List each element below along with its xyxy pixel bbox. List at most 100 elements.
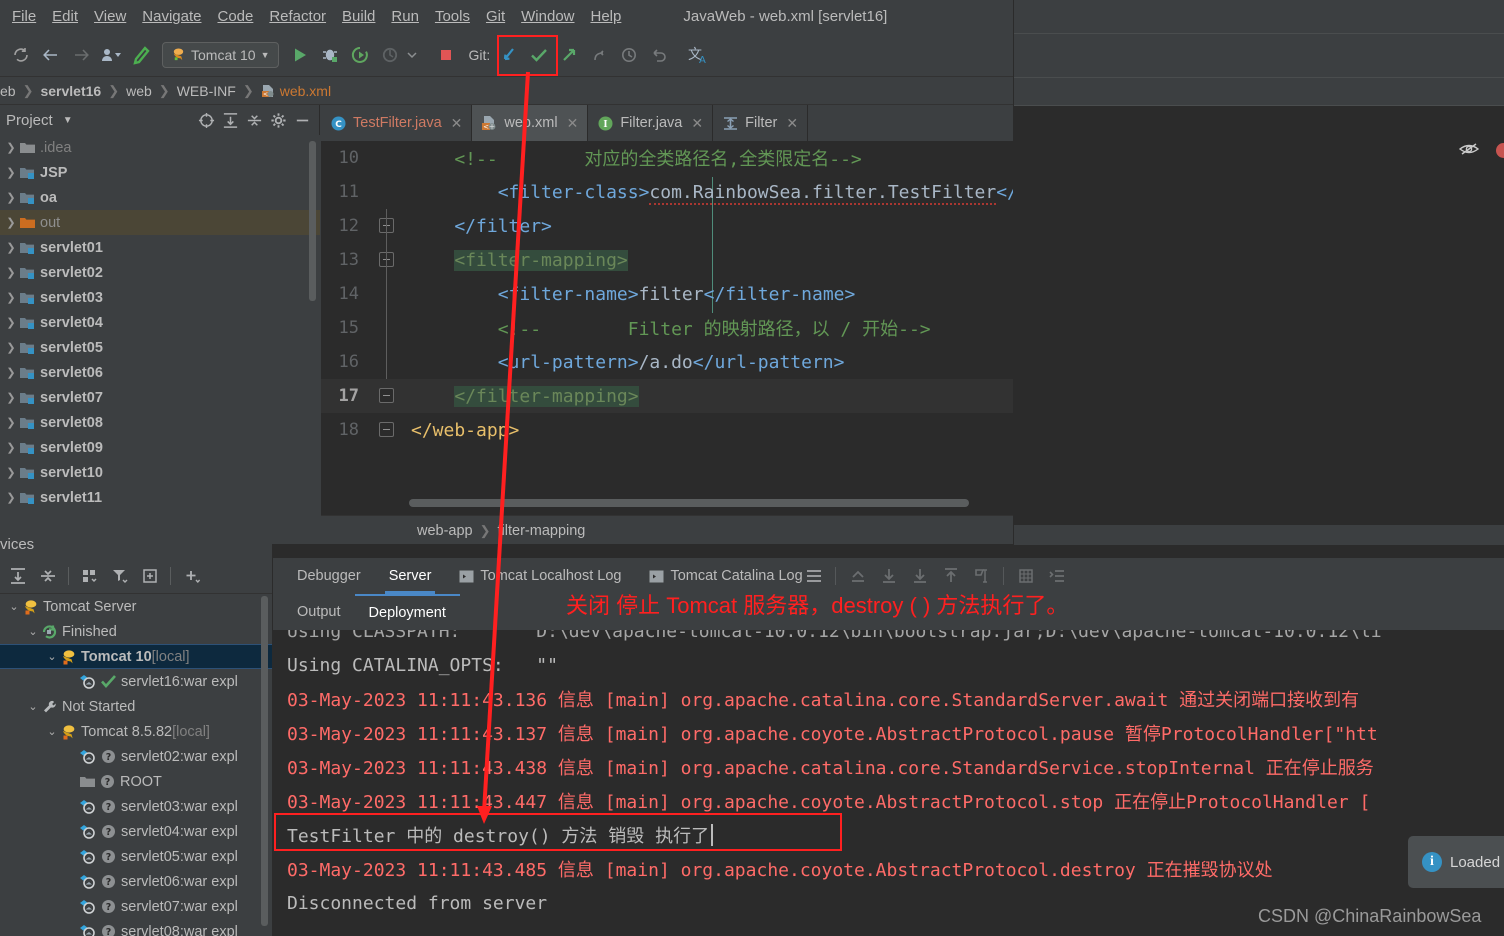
menu-tools[interactable]: Tools [427, 6, 478, 27]
chevron-right-icon[interactable]: ❯ [4, 191, 18, 204]
code-line[interactable]: 18</web-app> [321, 413, 1014, 447]
step-over-icon[interactable] [904, 561, 935, 591]
forward-arrow-icon[interactable] [66, 40, 96, 70]
editor-gutter[interactable] [367, 413, 409, 447]
services-tree-item[interactable]: ?servlet04:war expl [0, 819, 272, 844]
step-up-icon[interactable] [935, 561, 966, 591]
chevron-down-icon-toolbar[interactable] [405, 40, 419, 70]
chevron-right-icon[interactable]: ❯ [4, 166, 18, 179]
project-tree-item[interactable]: ❯out [0, 210, 320, 235]
menu-build[interactable]: Build [334, 6, 383, 27]
expand-all-icon[interactable] [3, 562, 32, 590]
hide-inspections-eye-icon[interactable] [1459, 142, 1479, 161]
code-line[interactable]: 15 <!-- Filter 的映射路径，以 / 开始--> [321, 311, 1014, 345]
services-tree-item[interactable]: ?servlet06:war expl [0, 869, 272, 894]
services-tree-item[interactable]: ⌄Tomcat 10 [local] [0, 644, 272, 669]
services-tree-item[interactable]: ?servlet08:war expl [0, 919, 272, 936]
filter-icon[interactable] [105, 562, 134, 590]
menu-help[interactable]: Help [583, 6, 630, 27]
chevron-right-icon[interactable]: ❯ [4, 391, 18, 404]
table-icon[interactable] [1010, 561, 1041, 591]
code-line[interactable]: 13 <filter-mapping> [321, 243, 1014, 277]
user-icon[interactable] [96, 40, 126, 70]
fold-marker-icon[interactable] [379, 388, 394, 403]
editor-gutter[interactable] [367, 175, 409, 209]
debug-icon[interactable] [315, 40, 345, 70]
breadcrumb-item-webxml[interactable]: web.xml [280, 83, 331, 99]
chevron-right-icon[interactable]: ❯ [4, 216, 18, 229]
chevron-right-icon[interactable]: ❯ [4, 366, 18, 379]
services-tree-item[interactable]: ?servlet07:war expl [0, 894, 272, 919]
breadcrumb-webapp[interactable]: web-app [417, 523, 473, 539]
chevron-right-icon[interactable]: ❯ [4, 491, 18, 504]
menu-edit[interactable]: Edit [44, 6, 86, 27]
menu-lines-icon[interactable] [798, 561, 829, 591]
run-tab-server[interactable]: Server [375, 558, 446, 594]
project-tree-item[interactable]: ❯servlet10 [0, 460, 320, 485]
services-tree-item[interactable]: ?servlet03:war expl [0, 794, 272, 819]
step-into-icon[interactable] [873, 561, 904, 591]
editor-tab-testfilter-java[interactable]: CTestFilter.java✕ [321, 105, 472, 141]
breadcrumb-item-web[interactable]: web [126, 83, 152, 99]
collapse-all-icon[interactable] [33, 562, 62, 590]
step-out-icon[interactable] [842, 561, 873, 591]
run-tab-debugger[interactable]: Debugger [283, 558, 375, 594]
menu-navigate[interactable]: Navigate [134, 6, 209, 27]
project-tree-item[interactable]: ❯servlet03 [0, 285, 320, 310]
menu-run[interactable]: Run [383, 6, 427, 27]
git-commit-icon[interactable] [524, 40, 554, 70]
services-tree-item[interactable]: ⌄Tomcat 8.5.82 [local] [0, 719, 272, 744]
close-icon[interactable]: ✕ [567, 115, 579, 132]
menu-refactor[interactable]: Refactor [261, 6, 334, 27]
editor-tab-filter-java[interactable]: IFilter.java✕ [588, 105, 713, 141]
group-icon[interactable] [75, 562, 104, 590]
code-line[interactable]: 17 </filter-mapping> [321, 379, 1014, 413]
services-tree-item[interactable]: ⌄Not Started [0, 694, 272, 719]
chevron-right-icon[interactable]: ❯ [4, 141, 18, 154]
project-tree-item[interactable]: ❯.idea [0, 135, 320, 160]
menu-code[interactable]: Code [209, 6, 261, 27]
services-tree[interactable]: ⌄Tomcat Server⌄Finished⌄Tomcat 10 [local… [0, 594, 272, 936]
fold-marker-icon[interactable] [379, 422, 394, 437]
chevron-right-icon[interactable]: ❯ [4, 416, 18, 429]
notification-balloon[interactable]: i Loaded c [1408, 836, 1504, 888]
services-tree-item[interactable]: servlet16:war expl [0, 669, 272, 694]
error-marker-icon[interactable] [1496, 143, 1504, 158]
code-line[interactable]: 11 <filter-class>com.RainbowSea.filter.T… [321, 175, 1014, 209]
services-tree-item[interactable]: ?servlet02:war expl [0, 744, 272, 769]
chevron-down-icon[interactable]: ⌄ [6, 600, 22, 613]
chevron-down-icon[interactable]: ⌄ [25, 625, 41, 638]
editor-gutter[interactable] [367, 345, 409, 379]
expand-all-icon[interactable] [219, 109, 241, 131]
chevron-down-icon[interactable]: ⌄ [44, 725, 60, 738]
chevron-down-icon[interactable]: ▼ [261, 50, 270, 60]
git-branch-icon[interactable] [584, 40, 614, 70]
project-tree-item[interactable]: ❯servlet04 [0, 310, 320, 335]
close-icon[interactable]: ✕ [451, 115, 463, 132]
project-file-tree[interactable]: ❯.idea❯JSP❯oa❯out❯servlet01❯servlet02❯se… [0, 135, 320, 545]
sync-icon[interactable] [6, 40, 36, 70]
code-editor[interactable]: 10 <!-- 对应的全类路径名,全类限定名-->11 <filter-clas… [321, 141, 1014, 545]
menu-view[interactable]: View [86, 6, 134, 27]
breadcrumb-item-root[interactable]: eb [0, 83, 16, 99]
code-line[interactable]: 12 </filter> [321, 209, 1014, 243]
code-line[interactable]: 10 <!-- 对应的全类路径名,全类限定名--> [321, 141, 1014, 175]
services-tree-scrollbar[interactable] [261, 596, 268, 926]
add-frame-icon[interactable] [135, 562, 164, 590]
stop-icon[interactable] [431, 40, 461, 70]
menu-window[interactable]: Window [513, 6, 582, 27]
select-opened-file-icon[interactable] [195, 109, 217, 131]
run-icon[interactable] [285, 40, 315, 70]
project-tree-item[interactable]: ❯servlet01 [0, 235, 320, 260]
close-icon[interactable]: ✕ [786, 115, 798, 132]
add-icon[interactable] [177, 562, 206, 590]
breadcrumb-filtermapping[interactable]: filter-mapping [498, 523, 586, 539]
settings-gear-icon[interactable] [267, 109, 289, 131]
code-line[interactable]: 16 <url-pattern>/a.do</url-pattern> [321, 345, 1014, 379]
editor-gutter[interactable] [367, 141, 409, 175]
editor-gutter[interactable] [367, 277, 409, 311]
project-tree-item[interactable]: ❯JSP [0, 160, 320, 185]
profiler-icon[interactable] [375, 40, 405, 70]
editor-horizontal-scrollbar[interactable] [409, 499, 969, 507]
rollback-icon[interactable] [644, 40, 674, 70]
